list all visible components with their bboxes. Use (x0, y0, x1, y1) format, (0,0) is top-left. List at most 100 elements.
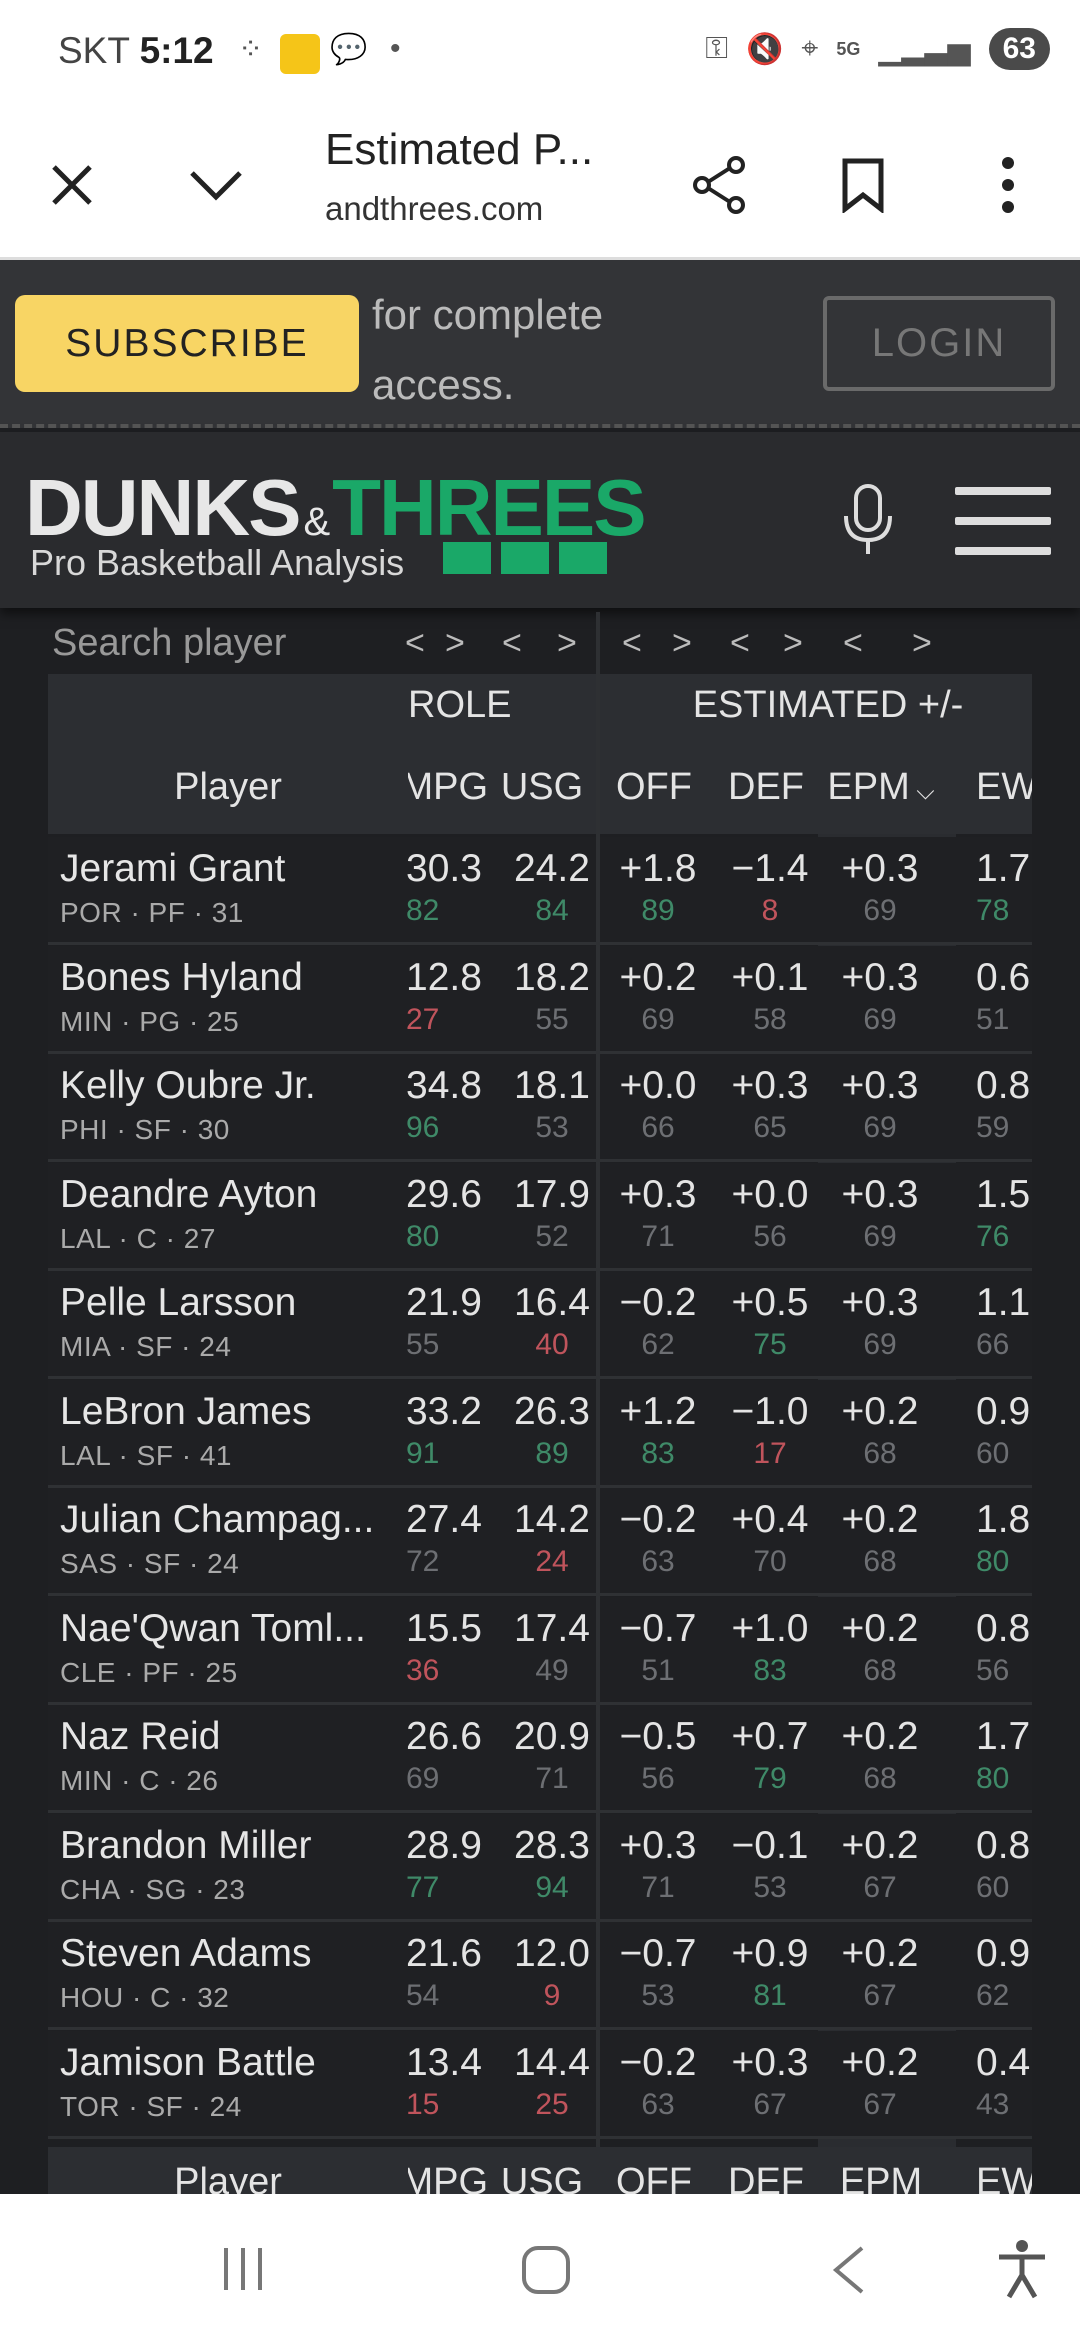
cell-ew: 0.8 (976, 1823, 1031, 1867)
table-row[interactable]: Julian Champag... SAS · SF · 24 27.4 72 14.2… (48, 1488, 1032, 1596)
more-options-icon[interactable] (968, 145, 1048, 225)
cell-def-percentile: 65 (753, 1111, 787, 1144)
cell-off: −0.7 (619, 1606, 697, 1650)
sort-chevron-icon: ⌵ (909, 778, 935, 805)
bookmark-icon[interactable] (823, 145, 903, 225)
table-row[interactable]: Steven Adams HOU · C · 32 21.6 54 12.0 9 −0.7 5… (48, 1922, 1032, 2030)
player-name[interactable]: Nae'Qwan Toml... (60, 1607, 440, 1651)
scroll-arrow[interactable]: > (445, 624, 465, 663)
cell-off: +0.3 (619, 1172, 697, 1216)
cell-mpg-percentile: 69 (406, 1762, 440, 1795)
sticky-header-off[interactable]: OFF (604, 2161, 704, 2194)
table-row[interactable]: Naz Reid MIN · C · 26 26.6 69 20.9 71 −0.5 56 +0… (48, 1705, 1032, 1813)
table-row[interactable]: Pelle Larsson MIA · SF · 24 21.9 55 16.4 40 −0… (48, 1271, 1032, 1379)
cell-usg: 18.2 (514, 955, 590, 999)
cell-mpg: 28.9 (406, 1823, 482, 1867)
scroll-arrow[interactable]: > (557, 624, 577, 663)
player-name[interactable]: Deandre Ayton (60, 1173, 440, 1217)
sticky-header-ew[interactable]: EW (976, 2161, 1032, 2194)
player-name[interactable]: Bones Hyland (60, 956, 440, 1000)
table-row[interactable]: LeBron James LAL · SF · 41 33.2 91 26.3 89 +1.… (48, 1379, 1032, 1488)
column-header-mpg[interactable]: MPG (408, 766, 488, 809)
column-header-epm[interactable]: EPM ⌵ (826, 766, 936, 809)
banner-text-line1: for complete (372, 291, 604, 338)
status-icons: ⚿ 🔇 ⌖ 5G ▁▂▃▅ 63 (705, 28, 1050, 70)
subscribe-button[interactable]: SUBSCRIBE (15, 295, 359, 392)
chevron-down-icon[interactable] (176, 145, 256, 225)
share-icon[interactable] (680, 145, 760, 225)
scroll-arrow[interactable]: > (783, 624, 803, 663)
home-icon[interactable] (520, 2244, 572, 2296)
cell-mpg-percentile: 91 (406, 1436, 440, 1470)
recent-apps-icon[interactable] (218, 2244, 268, 2294)
scroll-arrow[interactable]: > (672, 624, 692, 663)
cell-ew: 1.8 (976, 1498, 1031, 1541)
key-icon: ⚿ (705, 32, 729, 65)
player-name[interactable]: Jerami Grant (60, 847, 440, 891)
cell-off-percentile: 53 (641, 1979, 675, 2012)
player-name[interactable]: Pelle Larsson (60, 1281, 440, 1325)
scroll-arrow[interactable]: < (730, 624, 750, 663)
player-name[interactable]: Jamison Battle (60, 2041, 440, 2085)
cell-ew: 0.9 (976, 1389, 1031, 1433)
scroll-arrow[interactable]: < (405, 624, 425, 663)
battery-indicator: 63 (988, 28, 1050, 70)
sticky-header-usg[interactable]: USG (492, 2161, 592, 2194)
cell-mpg-percentile: 55 (406, 1328, 440, 1361)
cell-off-percentile: 69 (641, 1002, 675, 1036)
cell-def-percentile: 53 (753, 1870, 787, 1904)
table-row[interactable]: Bones Hyland MIN · PG · 25 12.8 27 18.2 55 +0.… (48, 945, 1032, 1054)
player-name[interactable]: Brandon Miller (60, 1824, 440, 1868)
cell-epm: +0.2 (841, 2040, 919, 2084)
cell-usg: 26.3 (514, 1389, 590, 1433)
sticky-header-mpg[interactable]: MPG (408, 2161, 488, 2194)
cell-usg: 17.4 (514, 1606, 590, 1650)
cell-ew: 1.1 (976, 1281, 1031, 1324)
sticky-header-def[interactable]: DEF (716, 2161, 816, 2194)
sticky-header-epm[interactable]: EPM (826, 2161, 936, 2194)
column-header-player[interactable]: Player (108, 766, 348, 809)
table-row[interactable]: Brandon Miller CHA · SG · 23 28.9 77 28.3 94 +… (48, 1813, 1032, 1922)
hamburger-menu-icon[interactable] (955, 487, 1051, 577)
scroll-arrow[interactable]: < (843, 624, 863, 663)
table-row[interactable]: Nae'Qwan Toml... CLE · PF · 25 15.5 36 17.4 4… (48, 1596, 1032, 1705)
column-header-usg[interactable]: USG (492, 766, 592, 809)
logo[interactable]: DUNKS &THREES (25, 462, 647, 554)
player-name[interactable]: Steven Adams (60, 1932, 440, 1976)
scroll-arrow[interactable]: < (502, 624, 522, 663)
table-row[interactable]: Kelly Oubre Jr. PHI · SF · 30 34.8 96 18.1 53… (48, 1054, 1032, 1162)
subscribe-banner: SUBSCRIBE for complete access. LOGIN (0, 260, 1080, 428)
location-icon: ⌖ (801, 32, 819, 65)
player-name[interactable]: Julian Champag... (60, 1498, 440, 1542)
cell-off: −0.2 (619, 2040, 697, 2084)
player-name[interactable]: LeBron James (60, 1390, 440, 1434)
cell-mpg: 26.6 (406, 1715, 482, 1758)
cell-mpg-percentile: 72 (406, 1545, 440, 1578)
cell-ew-percentile: 62 (976, 1979, 1010, 2012)
player-name[interactable]: Naz Reid (60, 1715, 440, 1759)
cell-usg: 17.9 (514, 1172, 590, 1216)
table-row[interactable]: Deandre Ayton LAL · C · 27 29.6 80 17.9 52 +0.… (48, 1162, 1032, 1271)
cell-mpg-percentile: 36 (406, 1653, 440, 1687)
player-name[interactable]: Kelly Oubre Jr. (60, 1064, 440, 1108)
accessibility-icon[interactable] (995, 2239, 1049, 2299)
column-header-ew[interactable]: EW (976, 766, 1032, 809)
cell-mpg-percentile: 15 (406, 2087, 440, 2121)
table-row[interactable]: Jerami Grant POR · PF · 31 30.3 82 24.2 84 +1.… (48, 837, 1032, 945)
signal-icon: ▁▂▃▅ (878, 32, 971, 66)
back-icon[interactable] (830, 2244, 866, 2296)
close-icon[interactable] (32, 145, 112, 225)
login-button[interactable]: LOGIN (823, 296, 1055, 391)
cell-def-percentile: 67 (753, 2087, 787, 2121)
sticky-header-player[interactable]: Player (108, 2161, 348, 2194)
scroll-arrow[interactable]: > (912, 624, 932, 663)
search-input[interactable]: Search player (52, 622, 286, 665)
microphone-icon[interactable] (840, 482, 896, 563)
cell-usg: 20.9 (514, 1715, 590, 1758)
scroll-arrow[interactable]: < (622, 624, 642, 663)
column-header-def[interactable]: DEF (716, 766, 816, 809)
sticky-column-header: Player MPG USG OFF DEF EPM EW (48, 2147, 1032, 2194)
column-header-off[interactable]: OFF (604, 766, 704, 809)
table-row[interactable]: Jamison Battle TOR · SF · 24 13.4 15 14.4 25 −… (48, 2030, 1032, 2139)
cell-def: +0.3 (731, 1064, 809, 1107)
